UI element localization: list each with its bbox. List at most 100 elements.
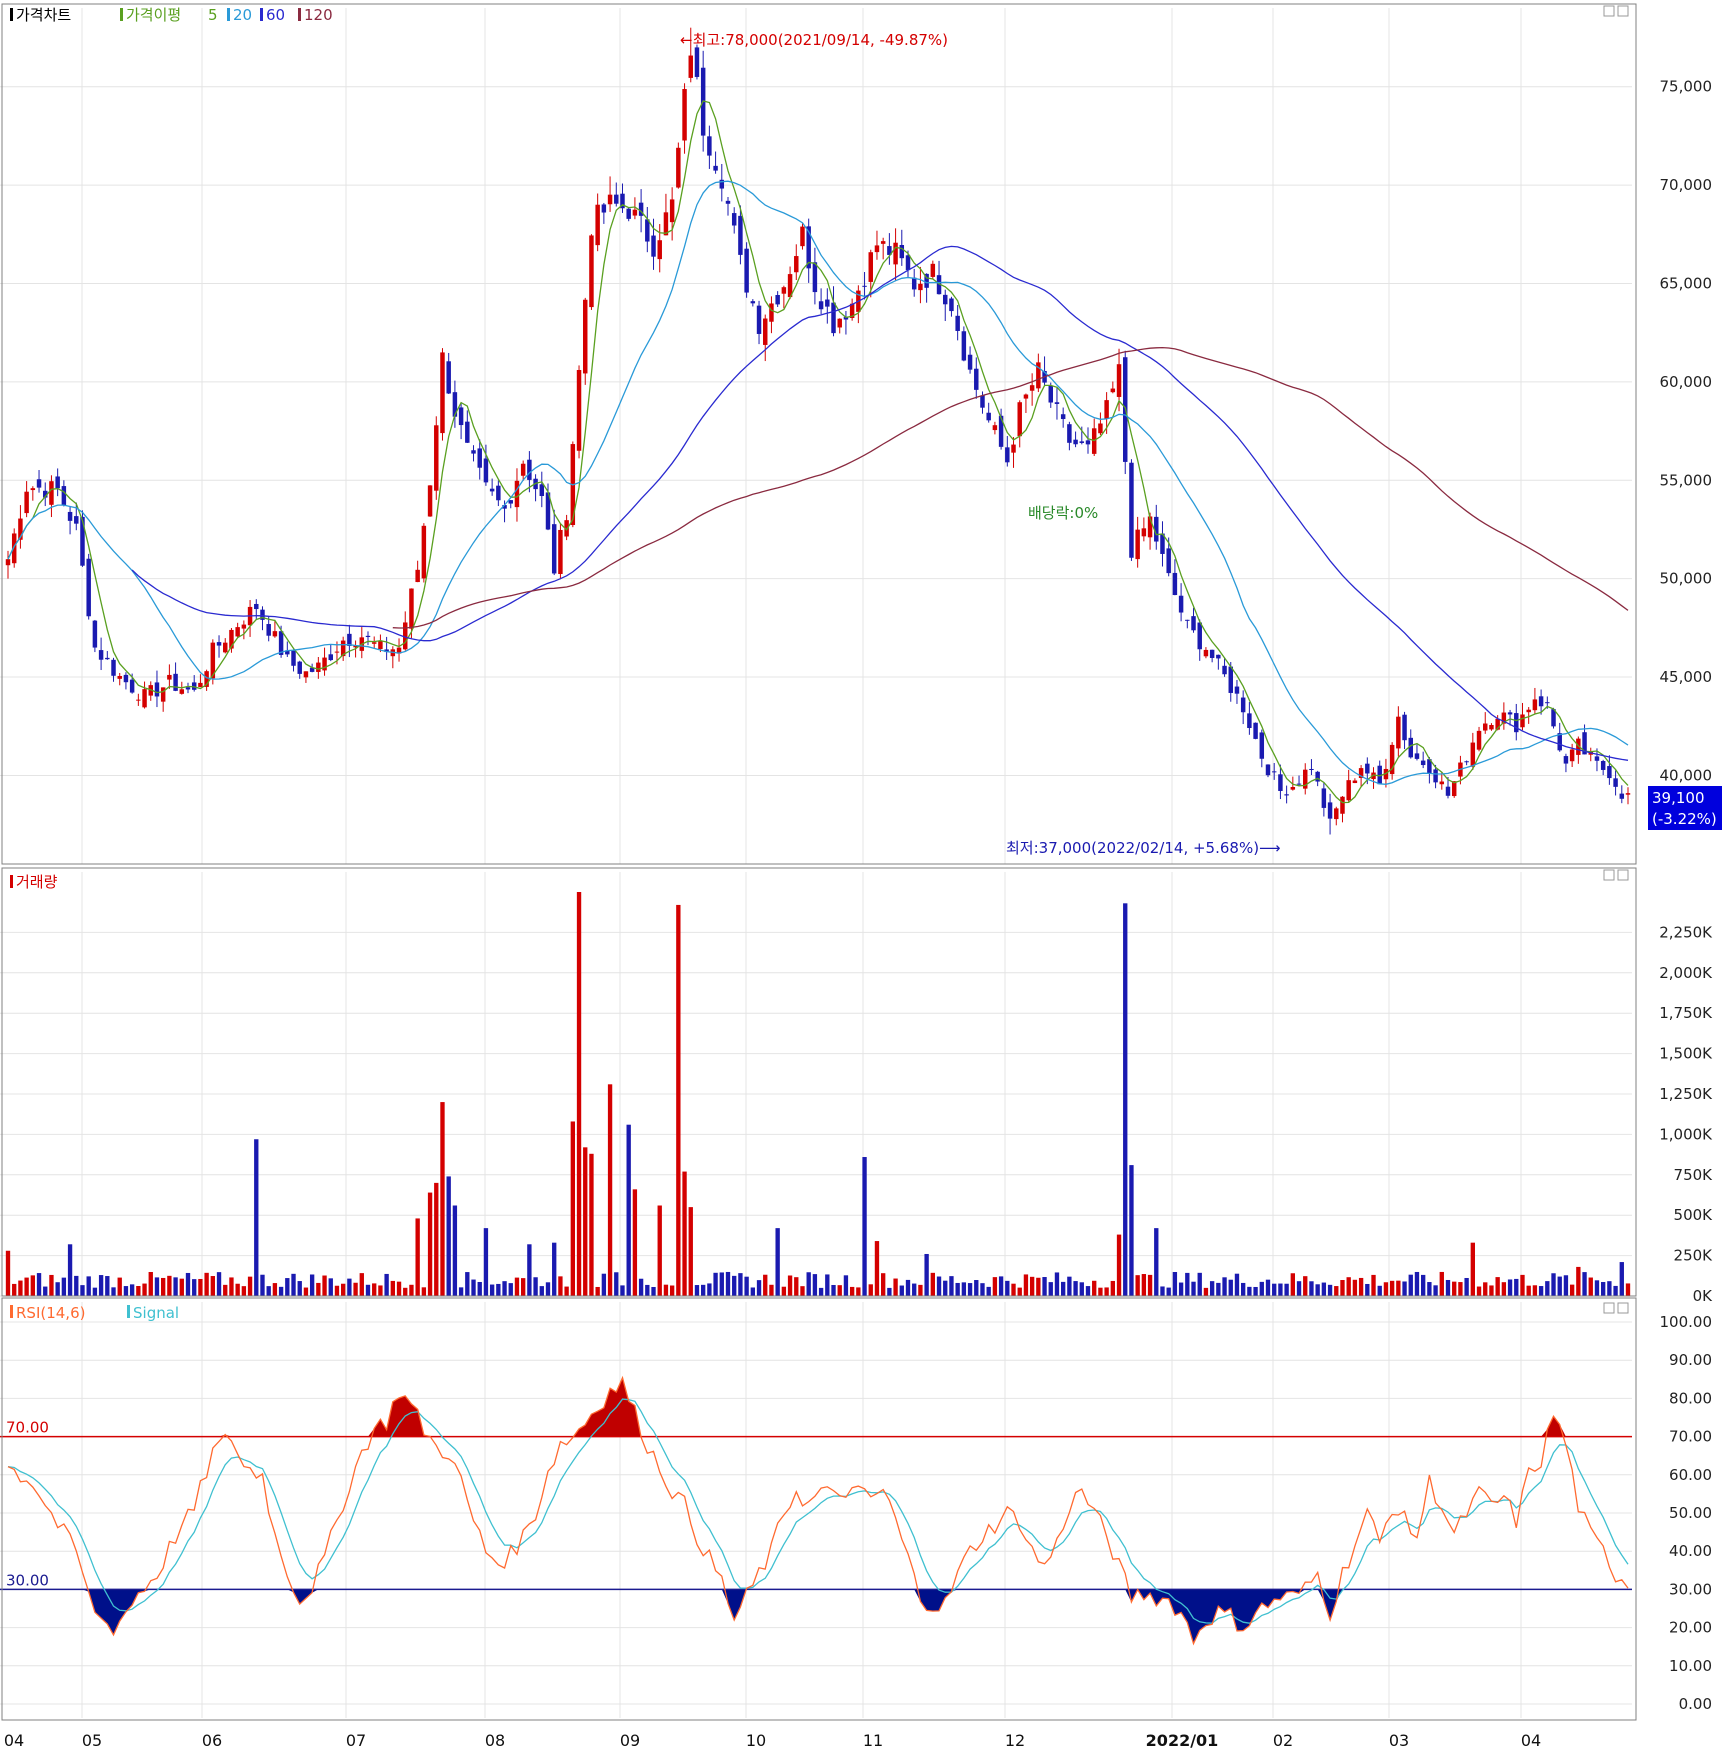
volume-bar [744, 1276, 749, 1296]
volume-bar [142, 1283, 147, 1296]
volume-bar [229, 1277, 234, 1296]
candle-body [67, 511, 73, 521]
candle-body [731, 213, 737, 226]
candle-body [1309, 768, 1314, 770]
candle-body [1439, 781, 1445, 785]
candle-body [558, 529, 563, 575]
volume-bar [924, 1253, 929, 1296]
candle-body [930, 263, 936, 277]
candle-body [496, 485, 501, 501]
candle-body [800, 226, 805, 247]
volume-bar [1197, 1272, 1202, 1296]
volume-bar [223, 1284, 228, 1296]
volume-bar [272, 1283, 278, 1296]
volume-bar [849, 1286, 855, 1296]
rsi-tick-label: 30.00 [1669, 1580, 1712, 1598]
x-tick-label: 10 [746, 1731, 766, 1750]
candle-body [1098, 423, 1103, 434]
volume-bar [1476, 1286, 1482, 1296]
volume-bar [1501, 1282, 1507, 1296]
price-tick-label: 75,000 [1660, 78, 1713, 96]
x-tick-label: 11 [863, 1731, 883, 1750]
candle-body [489, 488, 495, 492]
volume-bar [589, 1153, 594, 1296]
volume-bar [1576, 1266, 1581, 1296]
candle-body [812, 262, 818, 293]
candle-body [1594, 756, 1600, 761]
volume-tick-label: 1,250K [1659, 1085, 1713, 1103]
volume-bar [204, 1272, 209, 1296]
volume-bar [1290, 1273, 1295, 1296]
volume-bar [1402, 1281, 1407, 1296]
candle-body [1209, 649, 1215, 658]
volume-bar [1445, 1279, 1451, 1296]
candle-body [1569, 749, 1575, 762]
candle-body [154, 682, 160, 697]
candle-body [1284, 794, 1289, 796]
volume-bar [1470, 1242, 1475, 1296]
volume-bar [1067, 1276, 1072, 1296]
candle-body [626, 208, 631, 219]
candle-body [1402, 714, 1407, 741]
volume-bar [1526, 1285, 1531, 1296]
candle-body [738, 215, 743, 255]
volume-bar [334, 1285, 340, 1296]
candle-body [409, 588, 414, 629]
candle-body [1278, 774, 1283, 791]
candle-body [818, 301, 824, 310]
candle-body [191, 682, 197, 690]
volume-bar [1135, 1275, 1140, 1296]
candle-body [365, 635, 371, 637]
volume-bar [905, 1279, 911, 1296]
x-tick-label: 06 [202, 1731, 222, 1750]
candle-body [750, 301, 756, 304]
volume-bar [620, 1285, 625, 1296]
volume-bar [887, 1287, 892, 1296]
candle-body [235, 627, 240, 637]
price-tick-label: 60,000 [1660, 373, 1713, 391]
volume-bar [868, 1284, 873, 1296]
low-annotation: 최저:37,000(2022/02/14, +5.68%)⟶ [1006, 839, 1281, 857]
candle-body [1396, 716, 1401, 749]
volume-bar [1371, 1274, 1376, 1296]
volume-bar [1520, 1274, 1525, 1296]
volume-bar [1551, 1273, 1556, 1296]
candle-body [1464, 761, 1469, 763]
candle-body [899, 245, 905, 259]
candle-body [508, 500, 513, 504]
candle-body [105, 657, 110, 660]
candle-body [955, 315, 960, 331]
candle-body [1296, 783, 1302, 785]
candle-body [1526, 709, 1531, 713]
candle-body [756, 305, 762, 334]
volume-bar [812, 1274, 818, 1296]
volume-bar [1054, 1272, 1060, 1296]
volume-bar [254, 1139, 259, 1296]
volume-bar [117, 1277, 122, 1296]
volume-bar [316, 1282, 321, 1296]
volume-bar [1042, 1277, 1047, 1296]
volume-bar [1563, 1275, 1569, 1296]
rsi-tick-label: 70.00 [1669, 1428, 1712, 1446]
volume-bar [1036, 1277, 1041, 1296]
volume-bar [1284, 1283, 1289, 1296]
volume-bar [763, 1274, 768, 1296]
candle-body [198, 682, 203, 687]
candle-body [216, 642, 222, 646]
candle-body [446, 361, 451, 394]
candle-body [185, 687, 191, 690]
candle-body [614, 194, 619, 204]
volume-bar [260, 1274, 265, 1296]
candle-body [1191, 616, 1196, 631]
volume-bar [725, 1271, 731, 1296]
volume-bar [415, 1218, 420, 1296]
candle-body [514, 480, 520, 508]
volume-bar [1216, 1282, 1221, 1296]
candle-body [1321, 788, 1327, 808]
candle-body [825, 299, 830, 307]
candle-body [794, 256, 799, 273]
price-legend-title: 가격차트 [16, 6, 71, 24]
candle-body [1011, 444, 1016, 453]
volume-bar [167, 1275, 172, 1296]
volume-bar [1209, 1281, 1215, 1296]
